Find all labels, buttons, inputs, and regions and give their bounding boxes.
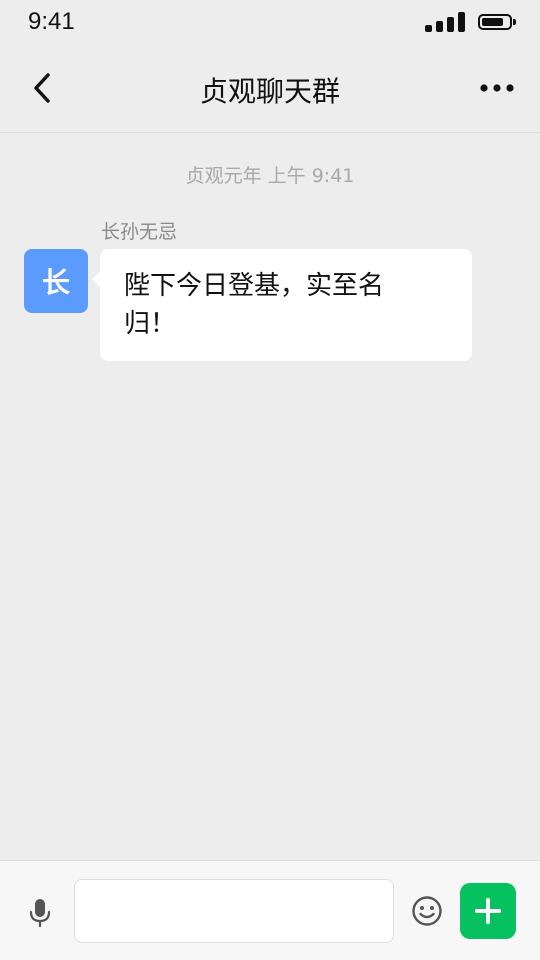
plus-icon	[475, 898, 501, 924]
battery-fill	[482, 18, 503, 26]
plus-button[interactable]	[460, 883, 516, 939]
battery-icon	[478, 14, 516, 30]
signal-bars-icon	[425, 12, 467, 32]
more-button[interactable]	[472, 66, 522, 110]
status-bar: 9:41	[0, 0, 540, 46]
smiley-icon	[412, 896, 442, 926]
voice-button[interactable]	[18, 891, 62, 935]
chat-area[interactable]: 贞观元年 上午 9:41 长孙无忌 长 陛下今日登基，实至名归！	[0, 133, 540, 860]
message-timestamp: 贞观元年 上午 9:41	[185, 165, 355, 187]
back-button[interactable]	[20, 66, 64, 110]
nav-bar: 贞观聊天群	[0, 46, 540, 133]
emoji-button[interactable]	[406, 890, 448, 932]
page-title: 贞观聊天群	[199, 75, 340, 108]
message-input[interactable]	[74, 879, 394, 943]
avatar[interactable]: 长	[24, 249, 88, 313]
chevron-left-icon	[34, 73, 50, 103]
sender-name: 长孙无忌	[101, 221, 178, 243]
microphone-icon	[29, 899, 51, 928]
input-bar	[0, 860, 540, 960]
message-bubble[interactable]: 陛下今日登基，实至名归！	[92, 249, 472, 361]
status-time: 9:41	[28, 8, 75, 35]
more-dots-icon	[480, 84, 514, 92]
